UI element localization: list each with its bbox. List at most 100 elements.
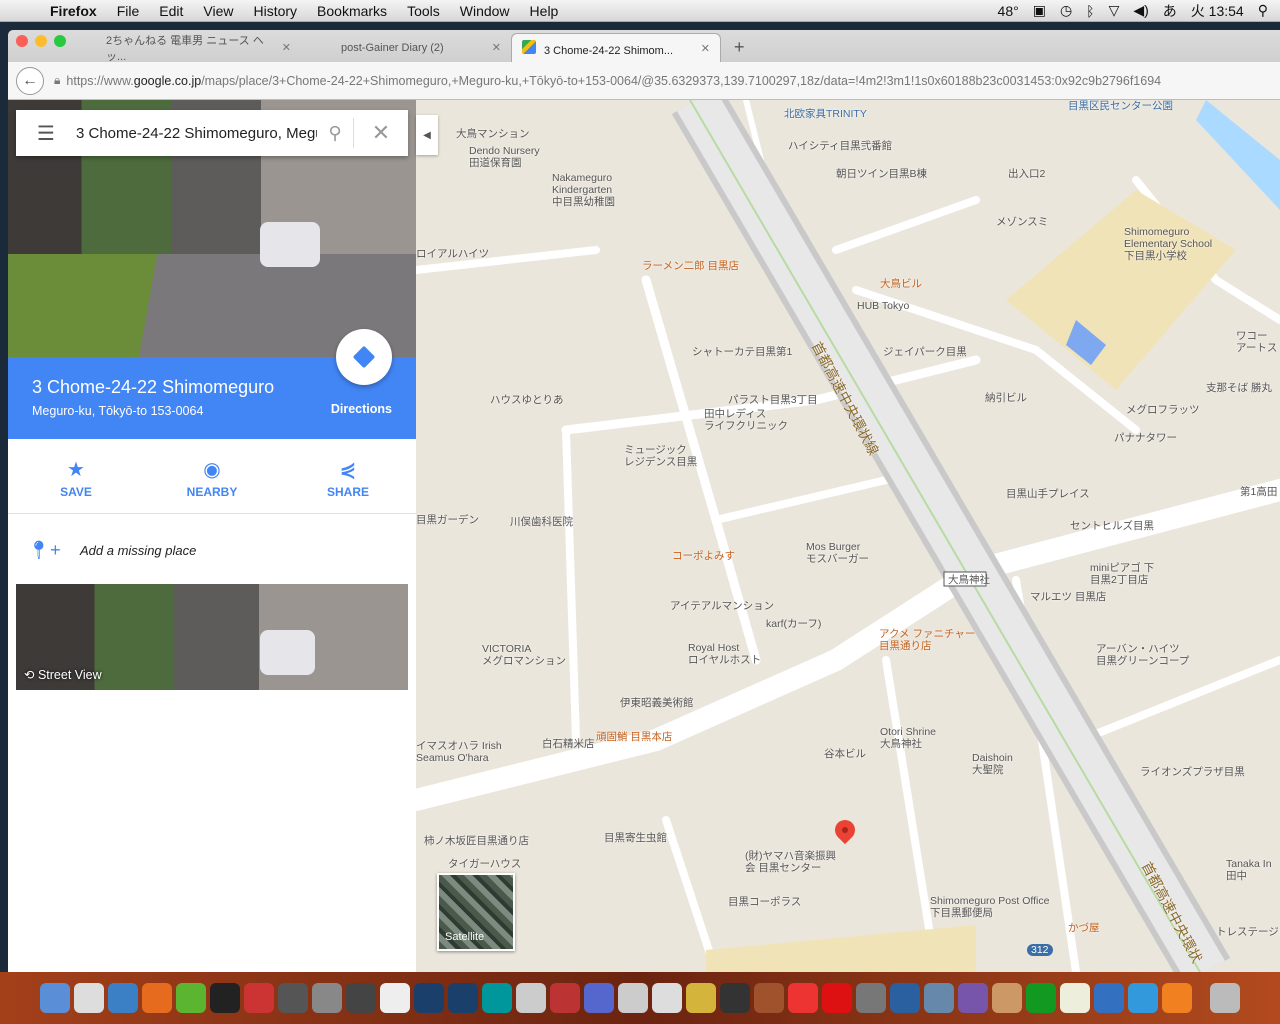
map-label[interactable]: ラーメン二郎 目黒店 — [642, 260, 739, 272]
map-label[interactable]: イマスオハラ Irish Seamus O'hara — [416, 740, 502, 764]
dock-app-icon[interactable] — [346, 983, 376, 1013]
map-label[interactable]: Royal Host ロイヤルホスト — [688, 642, 761, 666]
map-label[interactable]: セントヒルズ目黒 — [1070, 520, 1154, 532]
map-label[interactable]: 大鳥マンション — [456, 128, 530, 140]
map-label[interactable]: 目黒ガーデン — [416, 514, 479, 526]
close-tab-icon[interactable]: ✕ — [282, 41, 291, 54]
dock-app-icon[interactable] — [244, 983, 274, 1013]
dock-app-icon[interactable] — [1128, 983, 1158, 1013]
input-method[interactable]: あ — [1163, 1, 1177, 21]
dock-app-icon[interactable] — [550, 983, 580, 1013]
map-label[interactable]: 312 — [1027, 944, 1053, 956]
tab-post-gainer[interactable]: post-Gainer Diary (2) ✕ — [331, 33, 511, 62]
directions-button[interactable] — [336, 329, 392, 385]
dock-app-icon[interactable] — [1026, 983, 1056, 1013]
time-machine-icon[interactable]: ◷ — [1060, 2, 1072, 19]
dock-app-icon[interactable] — [108, 983, 138, 1013]
map-label[interactable]: コーポよみす — [672, 550, 735, 562]
directions-label[interactable]: Directions — [331, 402, 392, 416]
dock-app-icon[interactable] — [448, 983, 478, 1013]
dock-app-icon[interactable] — [924, 983, 954, 1013]
bluetooth-icon[interactable]: ᛒ — [1086, 3, 1094, 19]
tab-google-maps[interactable]: 3 Chome-24-22 Shimom... ✕ — [511, 33, 721, 62]
dock-app-icon[interactable] — [278, 983, 308, 1013]
close-window-button[interactable] — [16, 35, 28, 47]
dock-app-icon[interactable] — [312, 983, 342, 1013]
dock-app-icon[interactable] — [788, 983, 818, 1013]
map-label[interactable]: miniピアゴ 下 目黒2丁目店 — [1090, 562, 1154, 586]
menu-app[interactable]: Firefox — [40, 3, 107, 19]
map-label[interactable]: 白石精米店 — [542, 738, 595, 750]
map-label[interactable]: ハウスゆとりあ — [490, 394, 564, 406]
map-label[interactable]: 目黒山手プレイス — [1006, 488, 1090, 500]
map-label[interactable]: Shimomeguro Elementary School 下目黒小学校 — [1124, 226, 1212, 262]
map-label[interactable]: Dendo Nursery 田道保育園 — [469, 145, 540, 169]
tab-2ch[interactable]: 2ちゃんねる 電車男 ニュース ヘッ... ✕ — [96, 33, 301, 63]
map-label[interactable]: ワコー アートス — [1236, 330, 1277, 354]
map-label[interactable]: Nakameguro Kindergarten 中目黒幼稚園 — [552, 172, 615, 208]
url-bar[interactable]: https://www.google.co.jp/maps/place/3+Ch… — [66, 74, 1161, 88]
map-label[interactable]: 大鳥ビル — [880, 278, 922, 290]
share-button[interactable]: ⋞ SHARE — [280, 439, 416, 513]
menu-window[interactable]: Window — [450, 3, 520, 19]
search-input[interactable]: 3 Chome-24-22 Shimomeguro, Meguro-ku — [76, 125, 317, 142]
volume-icon[interactable]: ◀) — [1133, 2, 1148, 19]
map-label[interactable]: シャトーカテ目黒第1 — [692, 346, 792, 358]
dock-app-icon[interactable] — [584, 983, 614, 1013]
map-label[interactable]: 納引ビル — [985, 392, 1027, 404]
wifi-icon[interactable]: ▽ — [1109, 2, 1120, 19]
back-button[interactable]: ← — [16, 66, 44, 95]
map-label[interactable]: メグロフラッツ — [1126, 404, 1200, 416]
map-label[interactable]: マルエツ 目黒店 — [1030, 591, 1106, 603]
dock-app-icon[interactable] — [380, 983, 410, 1013]
dock-app-icon[interactable] — [686, 983, 716, 1013]
new-tab-button[interactable]: + — [724, 33, 755, 62]
zoom-window-button[interactable] — [54, 35, 66, 47]
map-label[interactable]: アイテアルマンション — [670, 600, 774, 612]
map-label[interactable]: Mos Burger モスバーガー — [806, 541, 869, 565]
map-label[interactable]: 目黒コーポラス — [728, 896, 801, 908]
map-label[interactable]: 朝日ツイン目黒B棟 — [836, 168, 927, 180]
map-label[interactable]: 目黒区民センター公園 — [1068, 100, 1173, 112]
map-label[interactable]: タイガーハウス — [448, 858, 521, 870]
menu-help[interactable]: Help — [520, 3, 569, 19]
close-tab-icon[interactable]: ✕ — [492, 41, 501, 54]
dock-app-icon[interactable] — [210, 983, 240, 1013]
dock-app-icon[interactable] — [414, 983, 444, 1013]
dock-app-icon[interactable] — [890, 983, 920, 1013]
map-label[interactable]: 支那そば 勝丸 — [1206, 382, 1272, 394]
dock-app-icon[interactable] — [40, 983, 70, 1013]
dock-app-icon[interactable] — [1060, 983, 1090, 1013]
map-label[interactable]: パラスト目黒3丁目 — [728, 394, 818, 406]
dock-app-icon[interactable] — [1094, 983, 1124, 1013]
dock-app-icon[interactable] — [176, 983, 206, 1013]
dock-app-icon[interactable] — [618, 983, 648, 1013]
menu-edit[interactable]: Edit — [149, 3, 193, 19]
map-label[interactable]: パナナタワー — [1114, 432, 1177, 444]
dock-app-icon[interactable] — [142, 983, 172, 1013]
map-label[interactable]: Daishoin 大聖院 — [972, 752, 1013, 776]
menu-tools[interactable]: Tools — [397, 3, 450, 19]
map-label[interactable]: (財)ヤマハ音楽振興 会 目黒センター — [745, 850, 836, 874]
dock-app-icon[interactable] — [856, 983, 886, 1013]
map-label[interactable]: ジェイパーク目黒 — [883, 346, 967, 358]
dock-app-icon[interactable] — [822, 983, 852, 1013]
add-missing-place[interactable]: 📍︎+ Add a missing place — [8, 530, 416, 570]
map-label[interactable]: ロイアルハイツ — [416, 248, 489, 260]
menu-history[interactable]: History — [243, 3, 307, 19]
map-label[interactable]: 伊東昭義美術館 — [620, 697, 694, 709]
menu-icon[interactable]: ☰ — [16, 121, 76, 146]
dock-app-icon[interactable] — [958, 983, 988, 1013]
minimize-window-button[interactable] — [35, 35, 47, 47]
map-label[interactable]: karf(カーフ) — [766, 618, 821, 630]
map-label[interactable]: アーバン・ハイツ 目黒グリーンコープ — [1096, 643, 1189, 667]
menu-bookmarks[interactable]: Bookmarks — [307, 3, 397, 19]
map-label[interactable]: 第1高田 — [1240, 486, 1277, 498]
map-label[interactable]: ミュージック レジデンス目黒 — [624, 444, 697, 468]
map-label[interactable]: 柿ノ木坂匠目黒通り店 — [424, 835, 529, 847]
search-icon[interactable]: ⚲ — [317, 123, 353, 144]
map-label[interactable]: ハイシティ目黒弐番館 — [788, 140, 892, 152]
map-label[interactable]: 出入口2 — [1008, 168, 1045, 180]
map-label[interactable]: ライオンズプラザ目黒 — [1140, 766, 1245, 778]
clock[interactable]: 火 13:54 — [1191, 1, 1244, 21]
